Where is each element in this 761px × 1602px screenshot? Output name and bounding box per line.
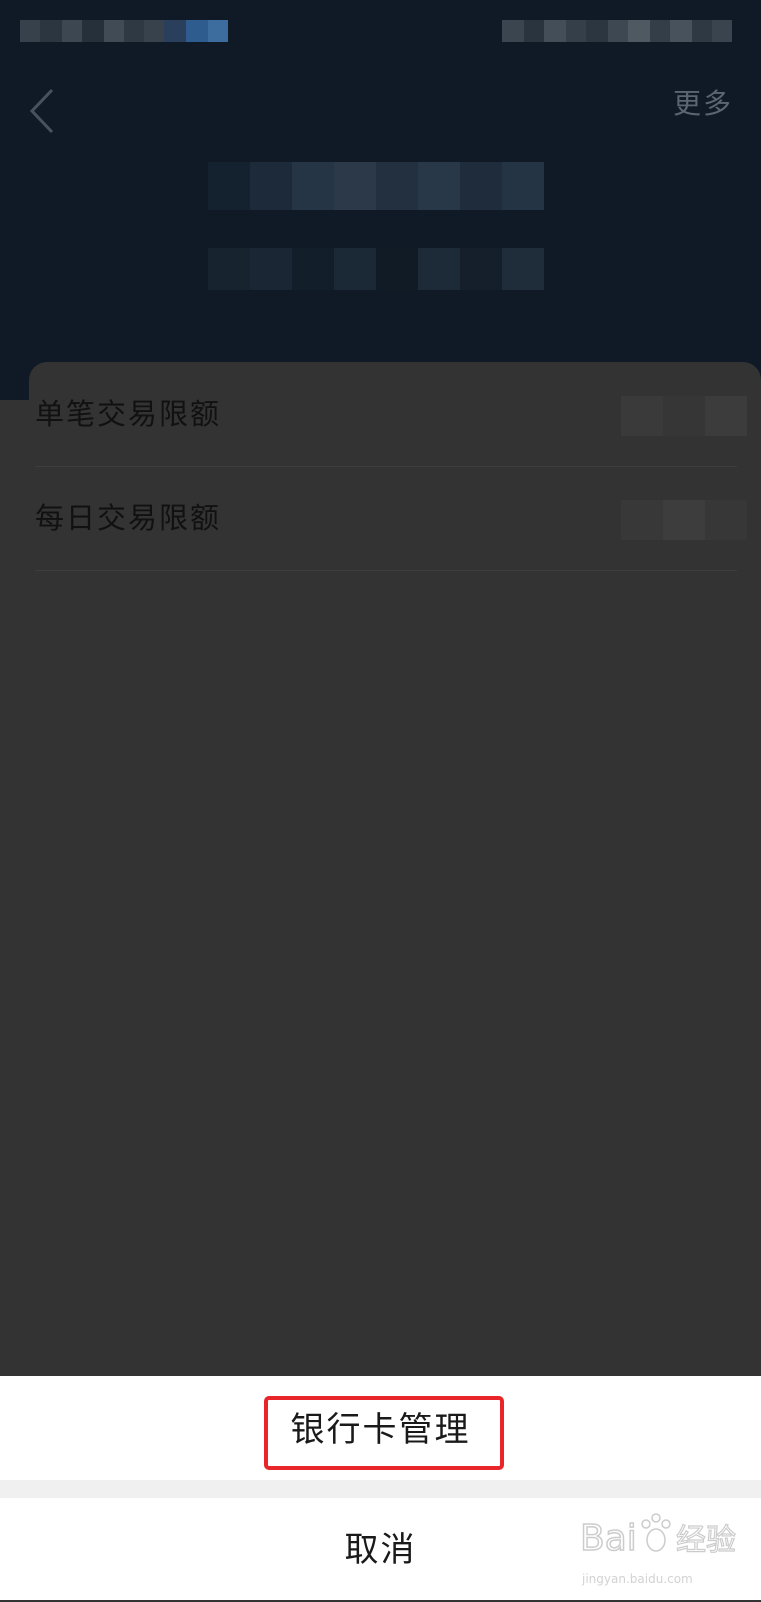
pixelated-bank-name [208, 162, 544, 210]
status-bar-left-pixelated [20, 20, 228, 42]
baidu-jingyan-watermark: Bai 经验 jingyan.baidu.com [579, 1500, 750, 1590]
single-limit-value-pixelated [621, 396, 747, 436]
daily-limit-label: 每日交易限额 [35, 501, 222, 535]
single-limit-label: 单笔交易限额 [35, 397, 222, 431]
single-limit-row[interactable]: 单笔交易限额 [35, 362, 747, 467]
chevron-left-icon[interactable] [24, 86, 64, 136]
svg-text:经验: 经验 [676, 1523, 736, 1558]
status-bar-right-pixelated [502, 20, 732, 42]
paw-logo-icon: Bai 经验 [579, 1513, 737, 1560]
account-header: 更多 [0, 0, 761, 400]
daily-limit-row[interactable]: 每日交易限额 [35, 466, 747, 571]
dimmed-page-background: 更多 单笔交易限额 每日交易限额 [0, 0, 761, 1600]
sheet-divider [0, 1480, 761, 1498]
navigation-bar: 更多 [0, 72, 761, 148]
status-bar [0, 0, 761, 60]
more-button[interactable]: 更多 [673, 82, 733, 122]
daily-limit-value-pixelated [621, 500, 747, 540]
watermark-domain: jingyan.baidu.com [582, 1572, 693, 1586]
bank-card-management-option[interactable]: 银行卡管理 [0, 1376, 761, 1480]
highlight-annotation [264, 1396, 504, 1470]
limits-card: 单笔交易限额 每日交易限额 [29, 362, 761, 1376]
pixelated-card-number [208, 248, 544, 290]
svg-text:Bai: Bai [580, 1518, 637, 1559]
